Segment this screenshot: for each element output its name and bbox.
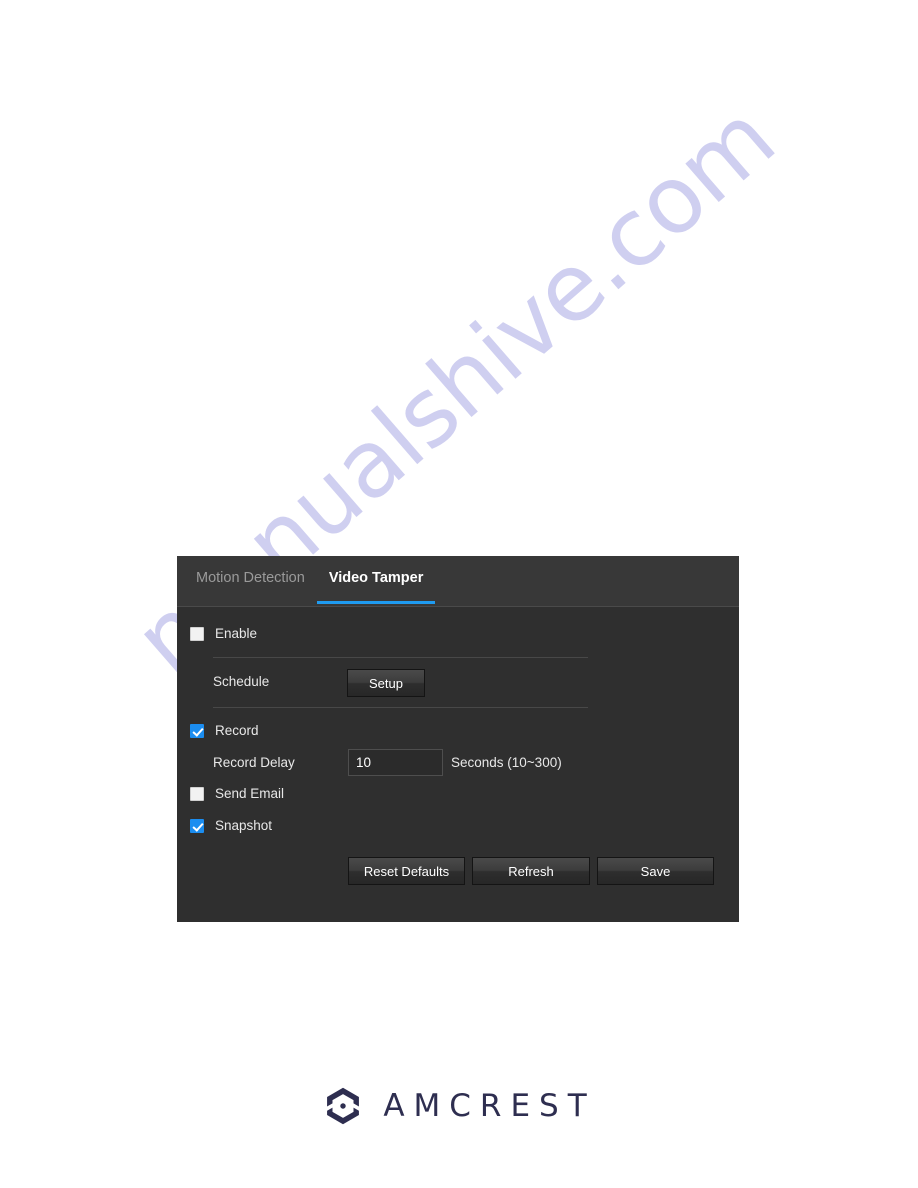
snapshot-label: Snapshot bbox=[215, 818, 273, 833]
snapshot-checkbox[interactable] bbox=[190, 818, 204, 833]
record-delay-label: Record Delay bbox=[213, 755, 295, 770]
tab-motion-detection[interactable]: Motion Detection bbox=[184, 556, 317, 607]
save-button-label: Save bbox=[640, 863, 671, 879]
schedule-setup-button[interactable]: Setup bbox=[347, 669, 425, 697]
reset-defaults-button[interactable]: Reset Defaults bbox=[348, 857, 465, 885]
schedule-setup-button-label: Setup bbox=[369, 675, 403, 691]
refresh-button-label: Refresh bbox=[508, 863, 554, 879]
reset-defaults-button-label: Reset Defaults bbox=[363, 863, 450, 879]
amcrest-hexagon-icon bbox=[327, 1087, 360, 1125]
record-delay-input[interactable] bbox=[348, 749, 443, 776]
tab-video-tamper[interactable]: Video Tamper bbox=[316, 556, 436, 607]
amcrest-wordmark: AMCREST bbox=[383, 1087, 596, 1124]
footer-brand-logo: AMCREST bbox=[0, 1085, 918, 1127]
record-row: Record bbox=[190, 723, 259, 738]
enable-row: Enable bbox=[190, 626, 257, 641]
schedule-label: Schedule bbox=[213, 674, 270, 689]
send-email-checkbox[interactable] bbox=[190, 786, 204, 801]
divider-top bbox=[213, 657, 588, 658]
send-email-label: Send Email bbox=[215, 786, 285, 801]
tab-motion-detection-label: Motion Detection bbox=[196, 570, 305, 586]
record-delay-row: Record Delay bbox=[213, 755, 295, 770]
enable-checkbox[interactable] bbox=[190, 626, 204, 641]
snapshot-row: Snapshot bbox=[190, 818, 272, 833]
enable-label: Enable bbox=[215, 626, 258, 641]
save-button[interactable]: Save bbox=[597, 857, 714, 885]
record-checkbox[interactable] bbox=[190, 723, 204, 738]
tab-video-tamper-label: Video Tamper bbox=[328, 570, 424, 586]
schedule-row: Schedule bbox=[213, 674, 269, 689]
divider-bottom bbox=[213, 707, 588, 708]
refresh-button[interactable]: Refresh bbox=[472, 857, 590, 885]
tab-bar: Motion Detection Video Tamper bbox=[177, 556, 739, 607]
record-label: Record bbox=[215, 723, 259, 738]
record-delay-units-label: Seconds (10~300) bbox=[451, 755, 562, 770]
send-email-row: Send Email bbox=[190, 786, 284, 801]
